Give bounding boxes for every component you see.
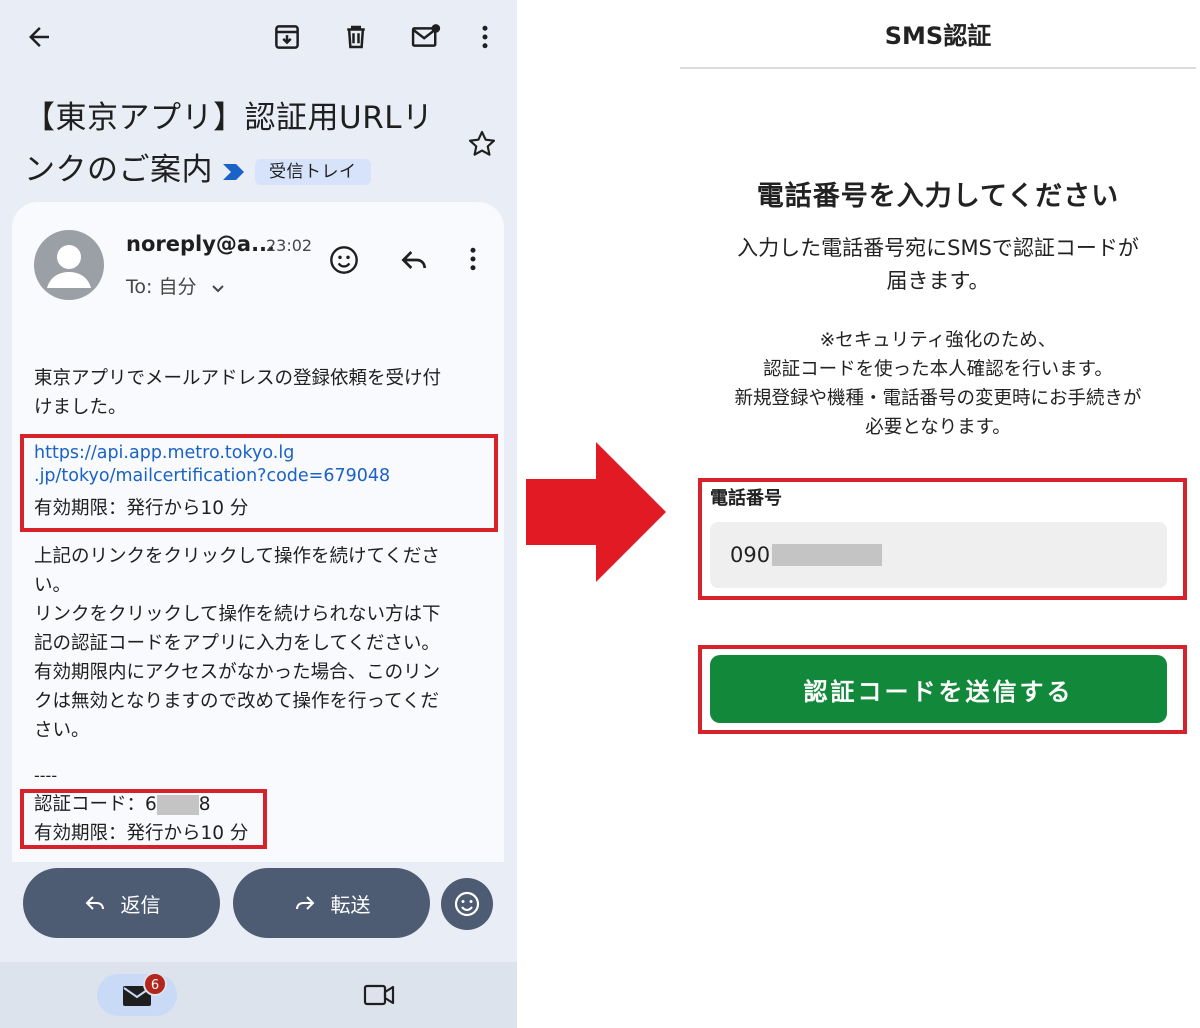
body-intro-line-1: 東京アプリでメールアドレスの登録依頼を受け付 [34, 368, 442, 389]
instruction-line: 記の認証コードをアプリに入力をしてください。 [34, 633, 440, 654]
archive-icon[interactable] [272, 22, 302, 52]
forward-icon [295, 896, 314, 910]
message-more-icon[interactable] [458, 244, 488, 274]
reply-label: 返信 [120, 892, 161, 917]
note-line: 新規登録や機種・電話番号の変更時にお手続きが [734, 388, 1142, 409]
separator: ---- [34, 766, 58, 785]
instruction-line: 有効期限内にアクセスがなかった場合、このリン [34, 662, 441, 683]
forward-button[interactable]: 転送 [233, 868, 430, 938]
page-heading: 電話番号を入力してください [756, 181, 1120, 212]
description-line-1: 入力した電話番号宛にSMSで認証コードが [737, 236, 1139, 260]
screen-title: SMS認証 [884, 22, 992, 50]
body-instructions: 上記のリンクをクリックして操作を続けてくださ い。 リンクをクリックして操作を続… [34, 542, 474, 745]
instruction-line: 上記のリンクをクリックして操作を続けてくださ [34, 546, 440, 567]
recipient-text: To: 自分 [126, 276, 197, 298]
note-line: ※セキュリティ強化のため、 [819, 330, 1057, 351]
forward-label: 転送 [330, 892, 371, 917]
smiley-icon [454, 891, 480, 917]
note-line: 必要となります。 [865, 417, 1011, 438]
description: 入力した電話番号宛にSMSで認証コードが 届きます。 [680, 232, 1196, 298]
important-marker-icon[interactable] [221, 146, 247, 198]
emoji-react-button[interactable] [441, 878, 493, 930]
chevron-down-icon[interactable] [211, 277, 225, 299]
reply-button[interactable]: 返信 [23, 868, 220, 938]
bottom-navigation: 6 [0, 962, 517, 1028]
video-meet-icon[interactable] [362, 982, 396, 1008]
body-intro: 東京アプリでメールアドレスの登録依頼を受け付 けました。 [34, 364, 474, 422]
sms-auth-screen: SMS認証 電話番号を入力してください 入力した電話番号宛にSMSで認証コードが… [680, 0, 1200, 1028]
emoji-reaction-icon[interactable] [328, 244, 360, 276]
body-intro-line-2: けました。 [34, 397, 127, 418]
star-icon[interactable] [466, 128, 498, 160]
sent-time: 23:02 [266, 236, 313, 255]
delete-icon[interactable] [341, 22, 371, 52]
instruction-line: クは無効となりますので改めて操作を行ってくだ [34, 691, 439, 712]
instruction-line: い。 [34, 575, 72, 596]
email-message-card: noreply@a... 23:02 To: 自分 東京アプリでメールアドレスの… [12, 202, 504, 862]
phone-highlight-box [698, 478, 1187, 600]
description-line-2: 届きます。 [886, 269, 990, 293]
email-subject: 【東京アプリ】認証用URLリンクのご案内 受信トレイ [24, 92, 444, 198]
button-highlight-box [698, 645, 1187, 734]
header-divider [680, 67, 1196, 69]
unread-count-badge: 6 [143, 972, 167, 996]
note-line: 認証コードを使った本人確認を行います。 [763, 359, 1113, 380]
reply-icon[interactable] [398, 244, 430, 276]
mail-app: 【東京アプリ】認証用URLリンクのご案内 受信トレイ noreply@a... 2… [0, 0, 517, 1028]
recipient-line[interactable]: To: 自分 [126, 272, 225, 299]
more-vertical-icon[interactable] [470, 22, 500, 52]
back-arrow-icon[interactable] [24, 22, 54, 52]
sender-avatar[interactable] [34, 230, 104, 300]
link-highlight-box [20, 434, 498, 532]
reply-icon [85, 896, 104, 910]
mail-action-bar: 返信 転送 [0, 862, 517, 962]
sender-name[interactable]: noreply@a... [126, 232, 275, 256]
mark-unread-icon[interactable] [410, 22, 442, 52]
code-highlight-box [20, 789, 267, 849]
instruction-line: さい。 [34, 720, 90, 741]
security-note: ※セキュリティ強化のため、 認証コードを使った本人確認を行います。 新規登録や機… [680, 326, 1196, 442]
flow-arrow-icon [526, 442, 666, 586]
inbox-label-chip[interactable]: 受信トレイ [255, 158, 371, 185]
instruction-line: リンクをクリックして操作を続けられない方は下 [34, 604, 441, 625]
